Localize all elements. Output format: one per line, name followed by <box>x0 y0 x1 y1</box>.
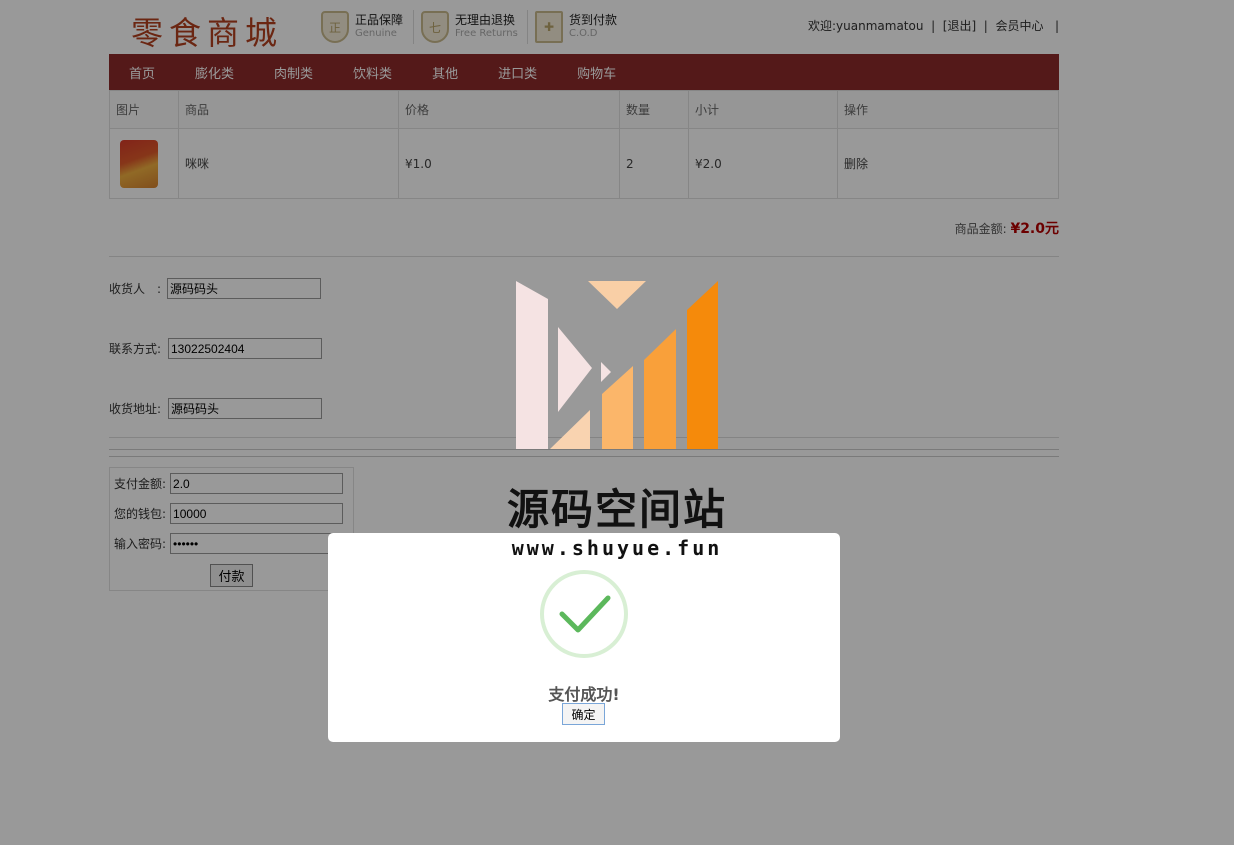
success-dialog: 支付成功! 确定 <box>328 533 840 742</box>
dialog-message: 支付成功! <box>548 685 620 704</box>
check-mark-svg <box>559 595 611 633</box>
ok-button[interactable]: 确定 <box>562 703 605 725</box>
check-icon <box>540 570 628 658</box>
